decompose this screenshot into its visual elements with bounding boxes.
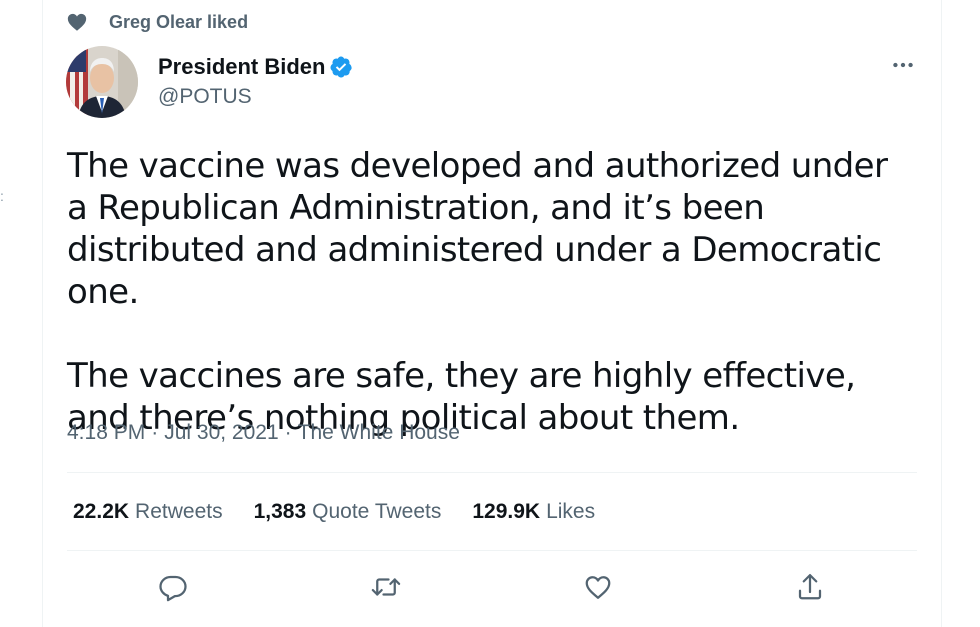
tweet-stats: 22.2K Retweets 1,383 Quote Tweets 129.9K… [73, 500, 626, 524]
tweet-time[interactable]: 4:18 PM [67, 421, 145, 445]
quote-tweets-label: Quote Tweets [312, 500, 442, 523]
tweet-source-link[interactable]: The White House [298, 421, 460, 445]
tweet-page: : Greg Olear liked President Biden @POTU… [0, 0, 980, 627]
heart-filled-icon [66, 11, 88, 33]
tweet-date[interactable]: Jul 30, 2021 [164, 421, 278, 445]
likes-count: 129.9K [472, 500, 541, 523]
likes-stat[interactable]: 129.9K Likes [472, 500, 595, 524]
author-display-name[interactable]: President Biden [158, 54, 325, 80]
retweets-stat[interactable]: 22.2K Retweets [73, 500, 223, 524]
heart-outline-icon [583, 572, 613, 602]
retweets-count: 22.2K [73, 500, 130, 523]
retweet-icon [371, 572, 401, 602]
meta-separator: · [151, 421, 159, 444]
author-name-row[interactable]: President Biden [158, 54, 353, 80]
tweet-paragraph: The vaccine was developed and authorized… [67, 146, 888, 312]
author-handle[interactable]: @POTUS [158, 85, 252, 109]
like-button[interactable] [574, 563, 622, 611]
divider [67, 472, 917, 473]
retweet-button[interactable] [362, 563, 410, 611]
share-icon [795, 572, 825, 602]
quote-tweets-stat[interactable]: 1,383 Quote Tweets [254, 500, 442, 524]
column-border-right [941, 0, 942, 627]
reply-button[interactable] [149, 563, 197, 611]
edge-fragment: : [0, 188, 4, 204]
social-context-label[interactable]: Greg Olear liked [109, 12, 248, 33]
avatar[interactable] [66, 46, 138, 118]
reply-icon [158, 572, 188, 602]
likes-label: Likes [546, 500, 596, 523]
quote-tweets-count: 1,383 [253, 500, 307, 523]
tweet-meta: 4:18 PM · Jul 30, 2021 · The White House [67, 421, 460, 445]
tweet-text: The vaccine was developed and authorized… [67, 145, 917, 439]
divider [67, 550, 917, 551]
meta-separator: · [284, 421, 292, 444]
more-dots-icon [890, 52, 916, 78]
column-border-left [42, 0, 43, 627]
more-options-button[interactable] [886, 52, 920, 78]
tweet-actions [67, 563, 917, 611]
social-context: Greg Olear liked [66, 10, 248, 34]
verified-badge-icon [325, 55, 353, 79]
share-button[interactable] [786, 563, 834, 611]
retweets-label: Retweets [135, 500, 223, 523]
